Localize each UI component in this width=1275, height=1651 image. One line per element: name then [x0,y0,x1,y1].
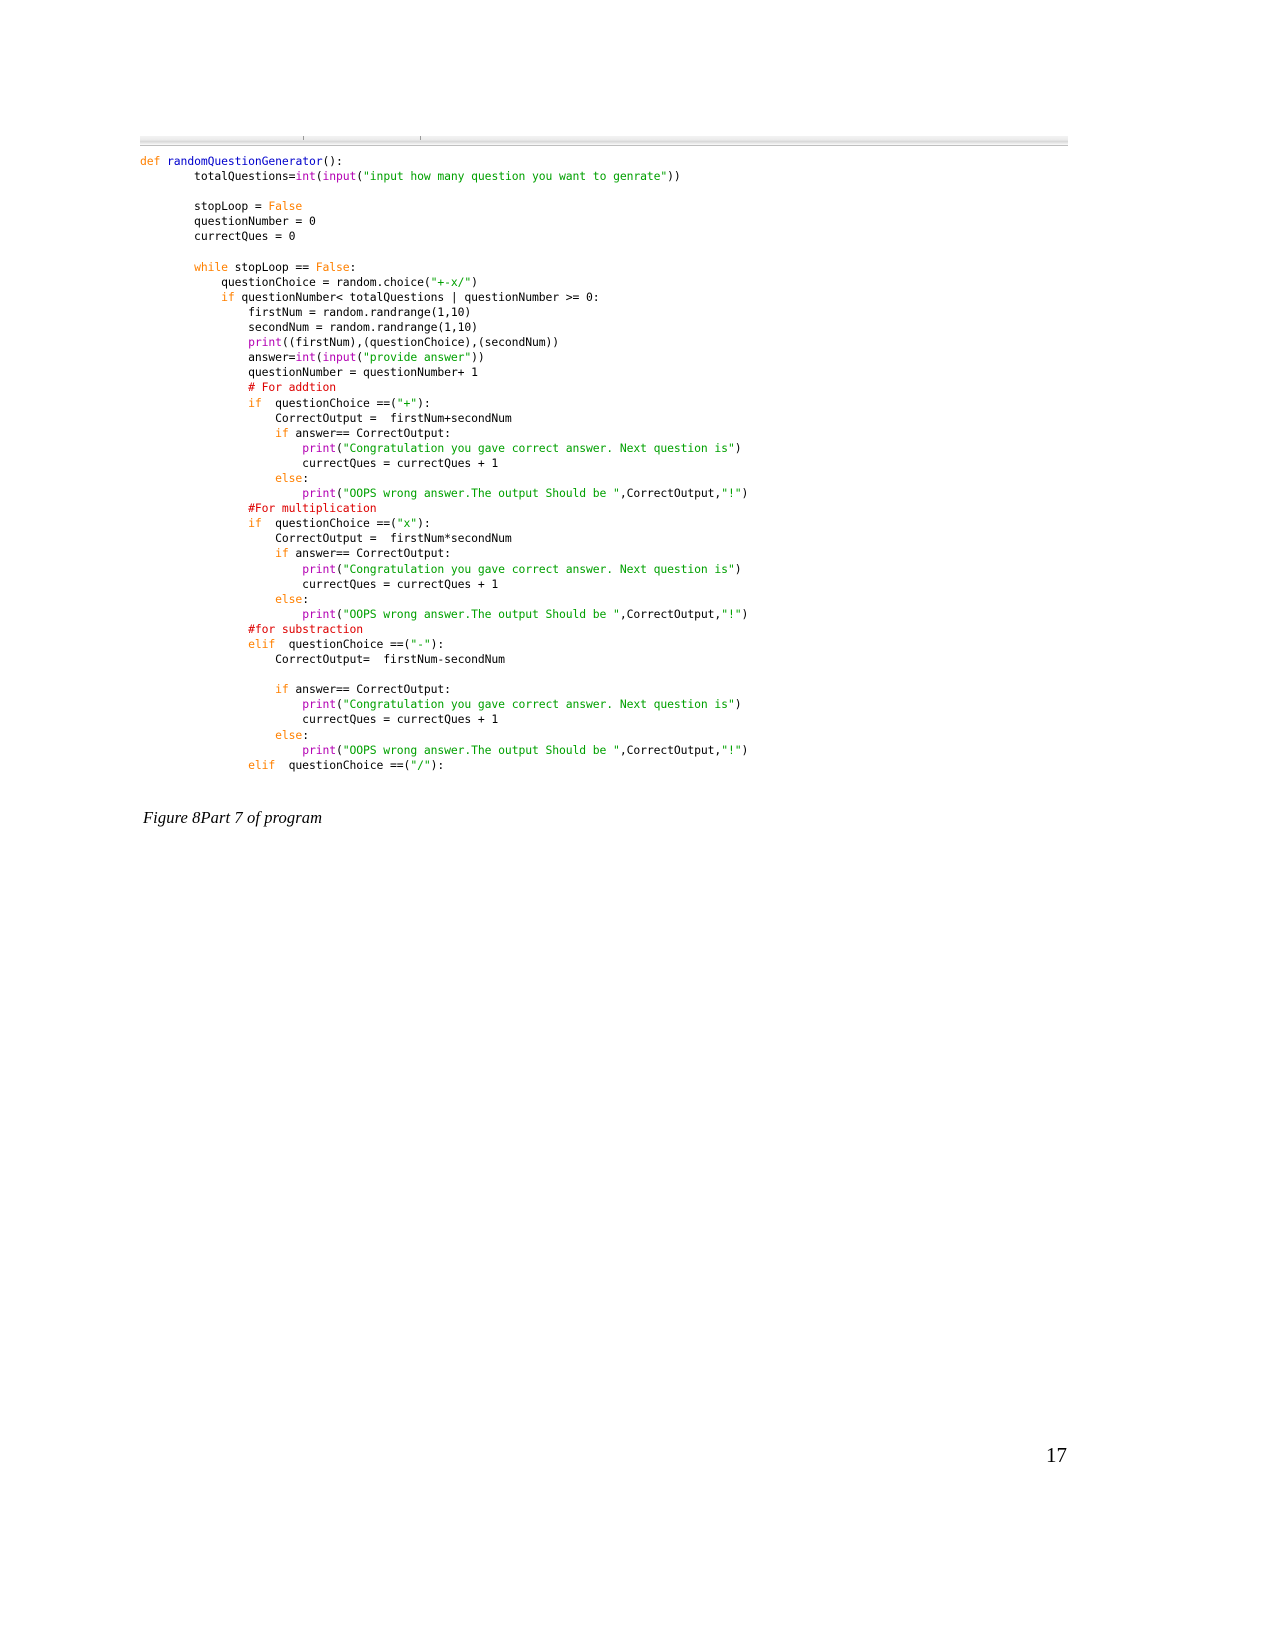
page-number: 17 [1046,1443,1067,1467]
editor-top-gutter [140,136,1068,146]
document-page: def randomQuestionGenerator(): totalQues… [0,0,1275,1651]
editor-screenshot: def randomQuestionGenerator(): totalQues… [140,136,1070,779]
figure-caption: Figure 8Part 7 of program [143,808,323,827]
source-code-block: def randomQuestionGenerator(): totalQues… [140,154,749,772]
code-screenshot-figure: def randomQuestionGenerator(): totalQues… [140,136,1070,779]
code-area: def randomQuestionGenerator(): totalQues… [140,146,1070,779]
gutter-tick-mark [420,136,421,140]
gutter-tick-mark [303,136,304,140]
